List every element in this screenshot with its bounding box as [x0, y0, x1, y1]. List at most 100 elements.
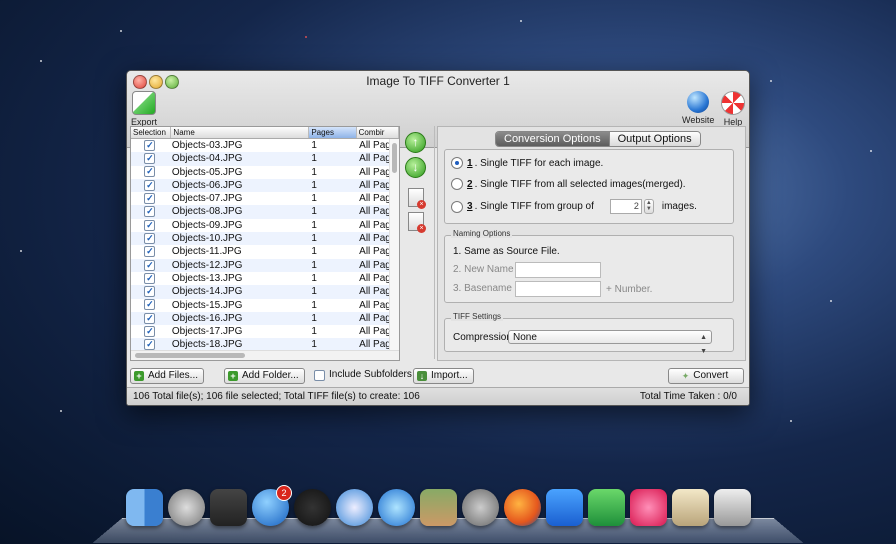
import-button[interactable]: ↓ Import... — [413, 368, 474, 384]
radio-button[interactable] — [451, 178, 463, 190]
table-row[interactable]: ✓ Objects-06.JPG 1 All Pag — [131, 178, 399, 193]
move-up-button[interactable]: ↑ — [405, 132, 426, 153]
horizontal-scrollbar[interactable] — [131, 350, 399, 360]
selection-cell[interactable]: ✓ — [131, 272, 169, 285]
naming-same-as-source[interactable]: 1. Same as Source File. — [453, 246, 560, 257]
compression-select[interactable]: None ▲ ▼ — [508, 330, 712, 355]
table-row[interactable]: ✓ Objects-12.JPG 1 All Pag — [131, 258, 399, 272]
excel-icon[interactable] — [588, 489, 625, 526]
pages-cell: 1 — [311, 206, 317, 218]
scroll-thumb[interactable] — [135, 353, 245, 358]
checkbox[interactable]: ✓ — [144, 272, 156, 284]
remove-selected-button[interactable]: × — [408, 188, 426, 209]
checkbox[interactable]: ✓ — [144, 153, 156, 165]
selection-cell[interactable]: ✓ — [131, 259, 169, 272]
table-row[interactable]: ✓ Objects-14.JPG 1 All Pag — [131, 285, 399, 299]
option-group[interactable]: 3. Single TIFF from group of 2 ▲ ▼ images… — [451, 199, 697, 214]
system-preferences-icon[interactable] — [462, 489, 499, 526]
group-count-stepper[interactable]: ▲ ▼ — [643, 199, 654, 214]
website-button[interactable]: Website — [682, 91, 714, 125]
selection-cell[interactable]: ✓ — [131, 219, 169, 232]
selection-cell[interactable]: ✓ — [131, 205, 169, 218]
firefox-icon[interactable] — [504, 489, 541, 526]
radio-button[interactable] — [451, 200, 463, 213]
checkbox[interactable] — [314, 369, 325, 381]
tab-output-options[interactable]: Output Options — [608, 132, 700, 146]
selection-cell[interactable]: ✓ — [131, 139, 169, 152]
table-row[interactable]: ✓ Objects-13.JPG 1 All Pag — [131, 272, 399, 285]
checkbox[interactable]: ✓ — [144, 179, 156, 191]
checkbox[interactable]: ✓ — [144, 259, 156, 271]
mission-control-icon[interactable] — [210, 489, 247, 526]
new-name-input[interactable] — [515, 262, 601, 278]
table-row[interactable]: ✓ Objects-08.JPG 1 All Pag — [131, 205, 399, 219]
launchpad-icon[interactable] — [168, 489, 205, 526]
itunes-icon[interactable] — [378, 489, 415, 526]
dashboard-icon[interactable] — [294, 489, 331, 526]
move-down-button[interactable]: ↓ — [405, 157, 426, 178]
group-count-input[interactable]: 2 — [609, 199, 642, 214]
checkbox[interactable]: ✓ — [144, 246, 156, 258]
file-list[interactable]: Selection Name Pages Combir ✓ Objects-03.… — [130, 126, 400, 361]
selection-cell[interactable]: ✓ — [131, 179, 169, 192]
table-row[interactable]: ✓ Objects-17.JPG 1 All Pag — [131, 325, 399, 338]
trash-icon[interactable] — [714, 489, 751, 526]
finder-icon[interactable] — [126, 489, 163, 526]
checkbox[interactable]: ✓ — [144, 139, 156, 151]
safari-icon[interactable] — [336, 489, 373, 526]
include-subfolders-checkbox[interactable]: Include Subfolders — [311, 368, 417, 382]
add-folder-button[interactable]: + Add Folder... — [224, 368, 305, 384]
add-files-button[interactable]: + Add Files... — [130, 368, 205, 384]
checkbox[interactable]: ✓ — [144, 232, 156, 244]
selection-cell[interactable]: ✓ — [131, 312, 169, 325]
app-store-icon[interactable]: 2 — [252, 485, 292, 526]
column-header-pages[interactable]: Pages — [309, 127, 357, 138]
scroll-thumb[interactable] — [392, 143, 397, 173]
table-row[interactable]: ✓ Objects-10.JPG 1 All Pag — [131, 232, 399, 246]
option-single-each[interactable]: 1. Single TIFF for each image. — [451, 157, 603, 169]
help-button[interactable]: Help — [721, 91, 745, 127]
column-header-combine[interactable]: Combir — [357, 127, 399, 138]
basename-input[interactable] — [515, 281, 601, 297]
checkbox[interactable]: ✓ — [144, 166, 156, 178]
checkbox[interactable]: ✓ — [144, 312, 156, 324]
table-row[interactable]: ✓ Objects-03.JPG 1 All Pag — [131, 139, 399, 152]
selection-cell[interactable]: ✓ — [131, 166, 169, 179]
table-row[interactable]: ✓ Objects-15.JPG 1 All Pag — [131, 299, 399, 312]
table-row[interactable]: ✓ Objects-05.JPG 1 All Pag — [131, 166, 399, 179]
checkbox[interactable]: ✓ — [144, 299, 156, 311]
checkbox[interactable]: ✓ — [144, 206, 156, 218]
selection-cell[interactable]: ✓ — [131, 299, 169, 312]
remove-all-button[interactable]: × — [408, 212, 426, 233]
selection-cell[interactable]: ✓ — [131, 232, 169, 245]
tab-conversion-options[interactable]: Conversion Options — [496, 132, 609, 146]
checkbox[interactable]: ✓ — [144, 339, 156, 351]
heart-app-icon[interactable] — [630, 489, 667, 526]
table-row[interactable]: ✓ Objects-11.JPG 1 All Pag — [131, 245, 399, 258]
word-icon[interactable] — [546, 489, 583, 526]
column-header-name[interactable]: Name — [171, 127, 310, 138]
selection-cell[interactable]: ✓ — [131, 192, 169, 205]
checkbox[interactable]: ✓ — [144, 326, 156, 338]
checkbox[interactable]: ✓ — [144, 219, 156, 231]
checkbox[interactable]: ✓ — [144, 193, 156, 205]
convert-button[interactable]: ✦ Convert — [668, 368, 744, 384]
selection-cell[interactable]: ✓ — [131, 285, 169, 298]
checkbox[interactable]: ✓ — [144, 286, 156, 298]
column-header-selection[interactable]: Selection — [131, 127, 172, 138]
iphoto-icon[interactable] — [420, 489, 457, 526]
convert-label: Convert — [693, 370, 729, 381]
table-row[interactable]: ✓ Objects-16.JPG 1 All Pag — [131, 311, 399, 326]
table-row[interactable]: ✓ Objects-04.JPG 1 All Pag — [131, 152, 399, 166]
table-row[interactable]: ✓ Objects-07.JPG 1 All Pag — [131, 192, 399, 205]
preview-icon[interactable] — [672, 489, 709, 526]
vertical-scrollbar[interactable] — [389, 139, 399, 351]
panel-divider[interactable] — [434, 126, 435, 359]
selection-cell[interactable]: ✓ — [131, 152, 169, 165]
selection-cell[interactable]: ✓ — [131, 325, 169, 338]
export-button[interactable]: Export — [131, 91, 157, 127]
table-row[interactable]: ✓ Objects-09.JPG 1 All Pag — [131, 219, 399, 232]
option-merged[interactable]: 2. Single TIFF from all selected images(… — [451, 178, 686, 190]
radio-button[interactable] — [451, 157, 463, 169]
selection-cell[interactable]: ✓ — [131, 245, 169, 258]
